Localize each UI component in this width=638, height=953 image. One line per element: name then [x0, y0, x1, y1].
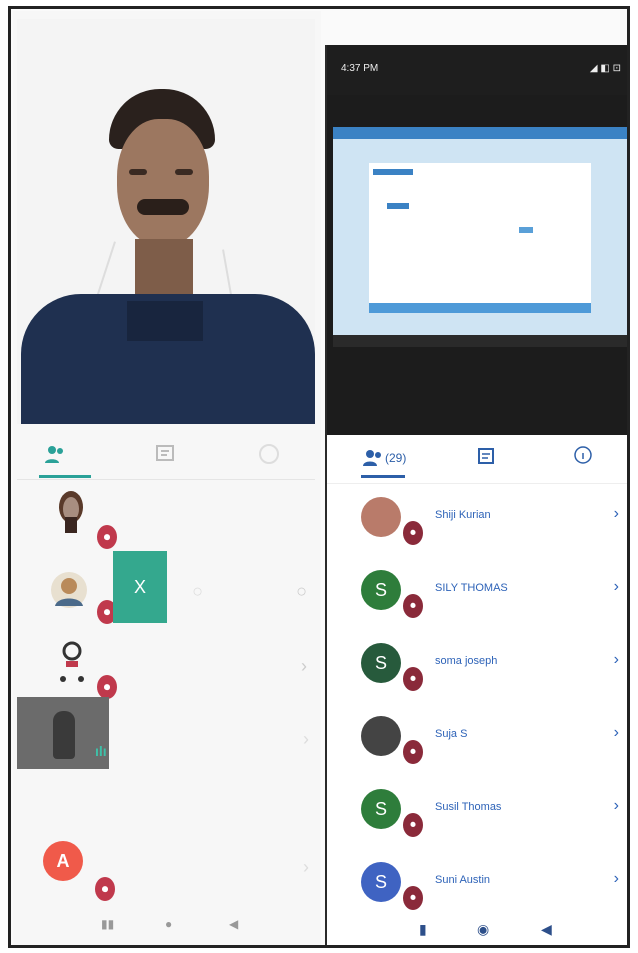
chat-icon[interactable]	[477, 447, 495, 467]
shared-screen-band	[369, 303, 591, 313]
participant-row[interactable]: S ⏺ soma joseph ›	[327, 631, 627, 703]
mic-muted-icon: ⏺	[403, 594, 423, 618]
participant-avatar	[361, 716, 401, 756]
nav-back-icon[interactable]: ◀	[229, 917, 238, 931]
info-icon[interactable]	[573, 445, 593, 465]
participant-name: soma joseph	[435, 655, 498, 667]
audio-level-icon: ılı	[95, 743, 107, 759]
speaker-neck	[135, 239, 193, 299]
speaking-participant-figure	[53, 711, 75, 759]
chevron-right-icon[interactable]: ›	[301, 656, 307, 677]
mic-muted-icon: ⏺	[97, 675, 117, 699]
mic-muted-icon: ⏺	[95, 877, 115, 901]
mic-muted-icon: ⏺	[403, 740, 423, 764]
participant-avatar: S	[361, 570, 401, 610]
active-tab-underline	[361, 475, 405, 478]
left-phone-screen: ⏺ ⏺ ○ ○ X ⏺ › ılı › A ⏺ › ▮▮ ● ◀	[13, 11, 321, 945]
speaker-eye-right	[175, 169, 193, 175]
tile-label: X	[133, 577, 146, 597]
screenshot-frame: ⏺ ⏺ ○ ○ X ⏺ › ılı › A ⏺ › ▮▮ ● ◀ 4:37 PM…	[8, 6, 630, 948]
left-tab-bar	[17, 429, 315, 480]
speaker-eye-left	[129, 169, 147, 175]
right-phone-screen: 4:37 PM ◢ ◧ ⊡ (29) ⏺ Shiji Kurian › S ⏺ SILY …	[325, 45, 627, 945]
chevron-right-icon[interactable]: ›	[614, 651, 619, 669]
shared-screen-taskbar	[333, 335, 627, 347]
muted-video-tile: X	[113, 551, 167, 623]
shared-screen	[333, 127, 627, 347]
pin-icon[interactable]: ○	[192, 581, 203, 602]
participant-avatar: A	[43, 841, 83, 881]
chevron-right-icon[interactable]: ›	[614, 870, 619, 888]
chevron-right-icon[interactable]: ›	[614, 797, 619, 815]
nav-home-icon[interactable]: ◉	[477, 921, 489, 938]
right-tab-bar: (29)	[327, 437, 627, 484]
participant-row[interactable]: ⏺ Suja S ›	[327, 704, 627, 776]
mic-muted-icon: ⏺	[403, 521, 423, 545]
shared-button	[519, 227, 533, 233]
chevron-right-icon[interactable]: ›	[614, 505, 619, 523]
participant-name: Suja S	[435, 728, 468, 740]
participant-row[interactable]: S ⏺ Susil Thomas ›	[327, 777, 627, 849]
participant-row[interactable]: S ⏺ SILY THOMAS ›	[327, 558, 627, 630]
participant-row[interactable]: ⏺ Shiji Kurian ›	[327, 485, 627, 557]
chevron-right-icon[interactable]: ›	[614, 724, 619, 742]
speaker-video	[17, 19, 315, 424]
status-bar: 4:37 PM ◢ ◧ ⊡	[327, 45, 627, 95]
info-icon[interactable]	[257, 443, 281, 465]
mic-muted-icon: ⏺	[97, 525, 117, 549]
participant-name: SILY THOMAS	[435, 582, 508, 594]
participant-avatar	[51, 572, 87, 608]
speaker-face	[117, 119, 209, 247]
chat-icon[interactable]	[153, 443, 177, 465]
participant-name: Suni Austin	[435, 874, 491, 886]
shared-button	[387, 203, 409, 209]
active-tab-underline	[39, 475, 91, 478]
status-time: 4:37 PM	[341, 63, 379, 74]
left-participant-row[interactable]: ⏺	[17, 483, 315, 553]
speaker-mustache	[137, 199, 189, 215]
participant-name: Shiji Kurian	[435, 509, 491, 521]
chevron-right-icon[interactable]: ›	[303, 857, 309, 878]
left-participant-row[interactable]: ⏺ ›	[17, 631, 315, 701]
nav-recents-icon[interactable]: ▮	[419, 921, 427, 938]
chevron-right-icon[interactable]: ›	[614, 578, 619, 596]
shared-screen-page	[369, 163, 591, 303]
participant-avatar	[59, 491, 83, 533]
chevron-right-icon[interactable]: ›	[303, 729, 309, 750]
nav-back-icon[interactable]: ◀	[541, 921, 552, 938]
participant-avatar: S	[361, 862, 401, 902]
more-icon[interactable]: ○	[296, 581, 307, 602]
avatar-initial: A	[56, 851, 70, 871]
shared-logo	[373, 169, 413, 175]
participants-icon[interactable]	[363, 449, 383, 467]
participant-avatar: S	[361, 789, 401, 829]
status-icons: ◢ ◧ ⊡	[589, 63, 621, 74]
participant-row[interactable]: S ⏺ Suni Austin ›	[327, 850, 627, 922]
nav-recents-icon[interactable]: ▮▮	[101, 917, 114, 931]
mic-muted-icon: ⏺	[403, 667, 423, 691]
participant-name: Susil Thomas	[435, 801, 502, 813]
speaker-collar	[127, 301, 203, 341]
nav-home-icon[interactable]: ●	[165, 917, 172, 931]
mic-muted-icon: ⏺	[403, 813, 423, 837]
participants-icon[interactable]	[43, 443, 67, 465]
participants-count: (29)	[385, 451, 407, 465]
shared-screen-topbar	[333, 127, 627, 139]
participant-avatar	[60, 641, 84, 682]
participant-avatar	[361, 497, 401, 537]
participant-avatar: S	[361, 643, 401, 683]
mic-muted-icon: ⏺	[403, 886, 423, 910]
